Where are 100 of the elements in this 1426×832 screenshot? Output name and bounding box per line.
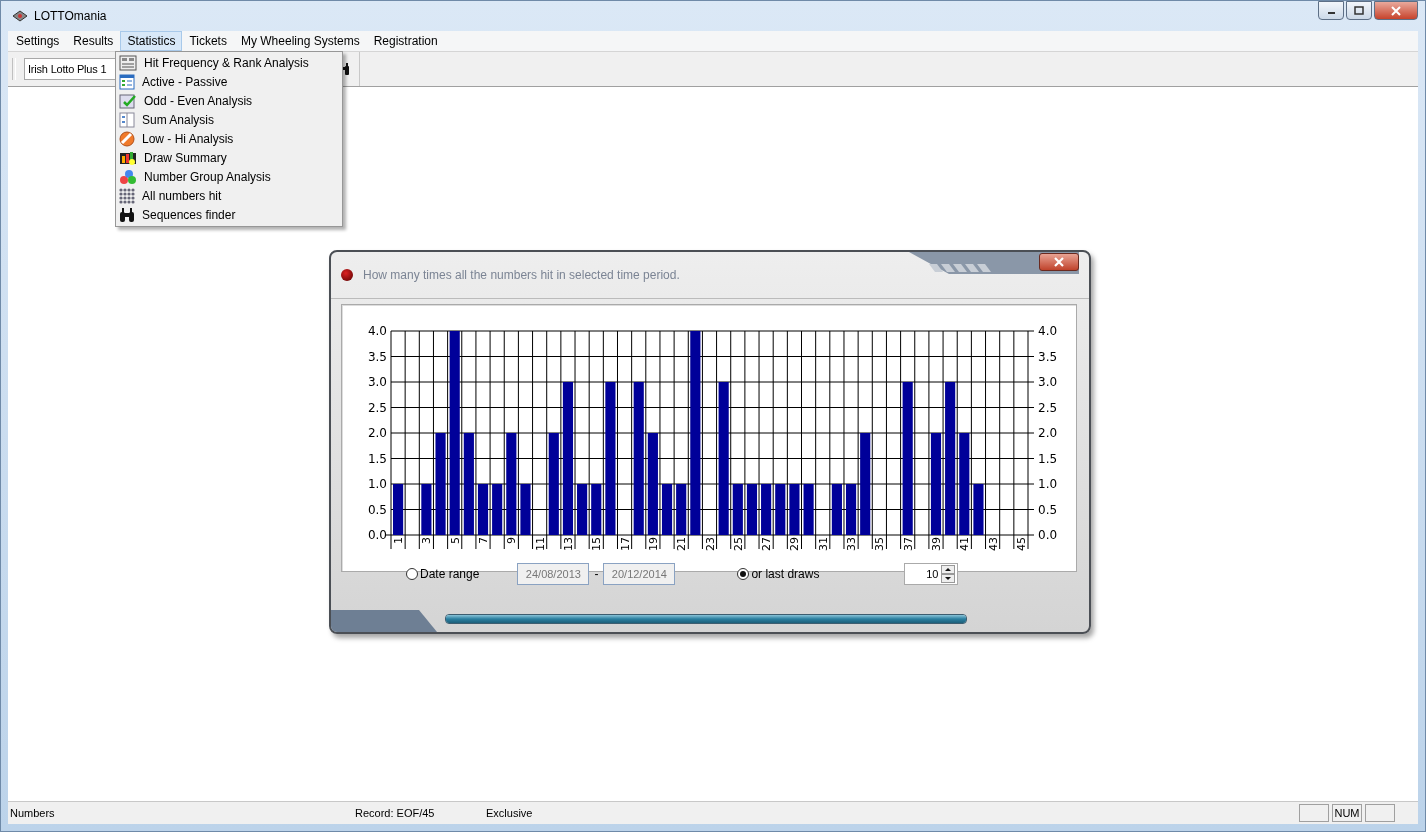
x-axis-label: 19 (646, 537, 660, 551)
x-axis-label: 1 (392, 537, 406, 544)
maximize-button[interactable] (1346, 1, 1372, 20)
y-axis-label: 3.5 (367, 349, 387, 364)
x-axis-label: 11 (533, 537, 547, 551)
bar (761, 484, 772, 535)
x-axis-label: 27 (760, 537, 774, 551)
menu-item[interactable]: Hit Frequency & Rank Analysis (116, 53, 342, 72)
x-axis-label: 5 (448, 537, 462, 544)
x-axis-label: 13 (561, 537, 575, 551)
binoculars-icon (119, 206, 135, 223)
menu-item[interactable]: Settings (9, 31, 67, 51)
maximize-icon (1354, 6, 1364, 15)
bar (577, 484, 588, 535)
y-axis-label: 2.5 (367, 400, 387, 415)
app-logo-icon (12, 9, 28, 23)
ball-icon (119, 130, 135, 147)
bar (789, 484, 800, 535)
menu-item[interactable]: Results (66, 31, 121, 51)
bar (676, 484, 687, 535)
x-axis-label: 45 (1014, 537, 1028, 551)
menu-item[interactable]: Number Group Analysis (116, 167, 342, 186)
menu-item[interactable]: My Wheeling Systems (233, 31, 367, 51)
menu-item[interactable]: Draw Summary (116, 148, 342, 167)
x-axis-label: 37 (901, 537, 915, 551)
x-axis-label: 23 (703, 537, 717, 551)
dialog-title: How many times all the numbers hit in selected time period. (363, 268, 680, 282)
date-field[interactable]: 24/08/2013 (517, 563, 590, 585)
separator-text: - (594, 567, 599, 581)
menu-item[interactable]: Low - Hi Analysis (116, 129, 342, 148)
close-button[interactable] (1374, 1, 1418, 20)
y-axis-label: 0.0 (1038, 528, 1058, 542)
menu-item[interactable]: Statistics (120, 31, 183, 51)
x-axis-label: 31 (816, 537, 830, 551)
x-axis-label: 41 (958, 537, 972, 551)
list-icon (119, 73, 135, 90)
bar (421, 484, 432, 535)
status-light-icon (341, 269, 353, 281)
close-icon (1391, 5, 1401, 16)
balls-icon (119, 168, 137, 185)
date-field[interactable]: 20/12/2014 (603, 563, 676, 585)
close-button[interactable] (1039, 253, 1079, 271)
table-icon (119, 54, 137, 71)
status-text: Record: EOF/45 (355, 807, 436, 819)
y-axis-label: 1.0 (367, 477, 387, 491)
radio-button[interactable] (737, 568, 750, 580)
menu-item[interactable]: Tickets (182, 31, 234, 51)
y-axis-label: 0.0 (367, 528, 387, 542)
x-axis-label: 9 (505, 537, 519, 544)
y-axis-label: 2.0 (1038, 426, 1058, 440)
window-title: LOTTOmania (34, 9, 107, 23)
status-text: Numbers (9, 807, 56, 819)
status-text: Exclusive (486, 807, 534, 819)
y-axis-label: 2.5 (1038, 400, 1058, 415)
status-panel (1365, 804, 1395, 822)
y-axis-label: 0.5 (1038, 502, 1058, 517)
minimize-button[interactable] (1318, 1, 1344, 20)
bar (973, 484, 984, 535)
y-axis-label: 3.0 (1038, 375, 1058, 389)
bar-chart-icon (119, 149, 137, 166)
x-axis-label: 3 (420, 537, 434, 544)
bar (732, 484, 743, 535)
bar (803, 484, 814, 535)
x-axis-label: 15 (590, 537, 604, 551)
x-axis-label: 39 (930, 537, 943, 551)
radio-button[interactable] (406, 568, 418, 580)
y-axis-label: 1.5 (1038, 451, 1058, 466)
menu-item[interactable]: Sequences finder (116, 205, 342, 224)
checkmark-icon (119, 92, 137, 109)
dots-grid-icon (119, 187, 135, 204)
x-axis-label: 35 (873, 537, 887, 551)
x-axis-label: 29 (788, 537, 802, 551)
y-axis-label: 3.5 (1038, 349, 1058, 364)
radio-label: or last draws (751, 567, 820, 581)
x-axis-label: 7 (477, 537, 490, 544)
number-spinner[interactable]: 10 (904, 563, 959, 585)
bar (477, 484, 489, 535)
y-axis-label: 0.5 (367, 502, 387, 517)
bar (775, 484, 786, 535)
x-axis-label: 43 (986, 537, 1000, 551)
y-axis-label: 1.5 (367, 451, 387, 466)
menu-item[interactable]: Sum Analysis (116, 110, 342, 129)
menu-item[interactable]: All numbers hit (116, 186, 342, 205)
y-axis-label: 4.0 (367, 324, 387, 338)
close-icon (1053, 257, 1065, 267)
x-axis-label: 17 (618, 537, 632, 551)
x-axis-label: 33 (845, 537, 859, 551)
y-axis-label: 3.0 (367, 375, 387, 389)
radio-label: Date range (420, 567, 480, 581)
bar (591, 484, 602, 535)
x-axis-label: 21 (675, 537, 689, 551)
y-axis-label: 1.0 (1038, 477, 1058, 491)
bar (492, 484, 503, 535)
menu-item[interactable]: Odd - Even Analysis (116, 91, 342, 110)
bar (831, 484, 842, 535)
y-axis-label: 4.0 (1038, 324, 1058, 338)
menu-item[interactable]: Registration (366, 31, 445, 51)
grid-icon (119, 111, 135, 128)
num-indicator: NUM (1332, 804, 1362, 822)
y-axis-label: 2.0 (367, 426, 387, 440)
